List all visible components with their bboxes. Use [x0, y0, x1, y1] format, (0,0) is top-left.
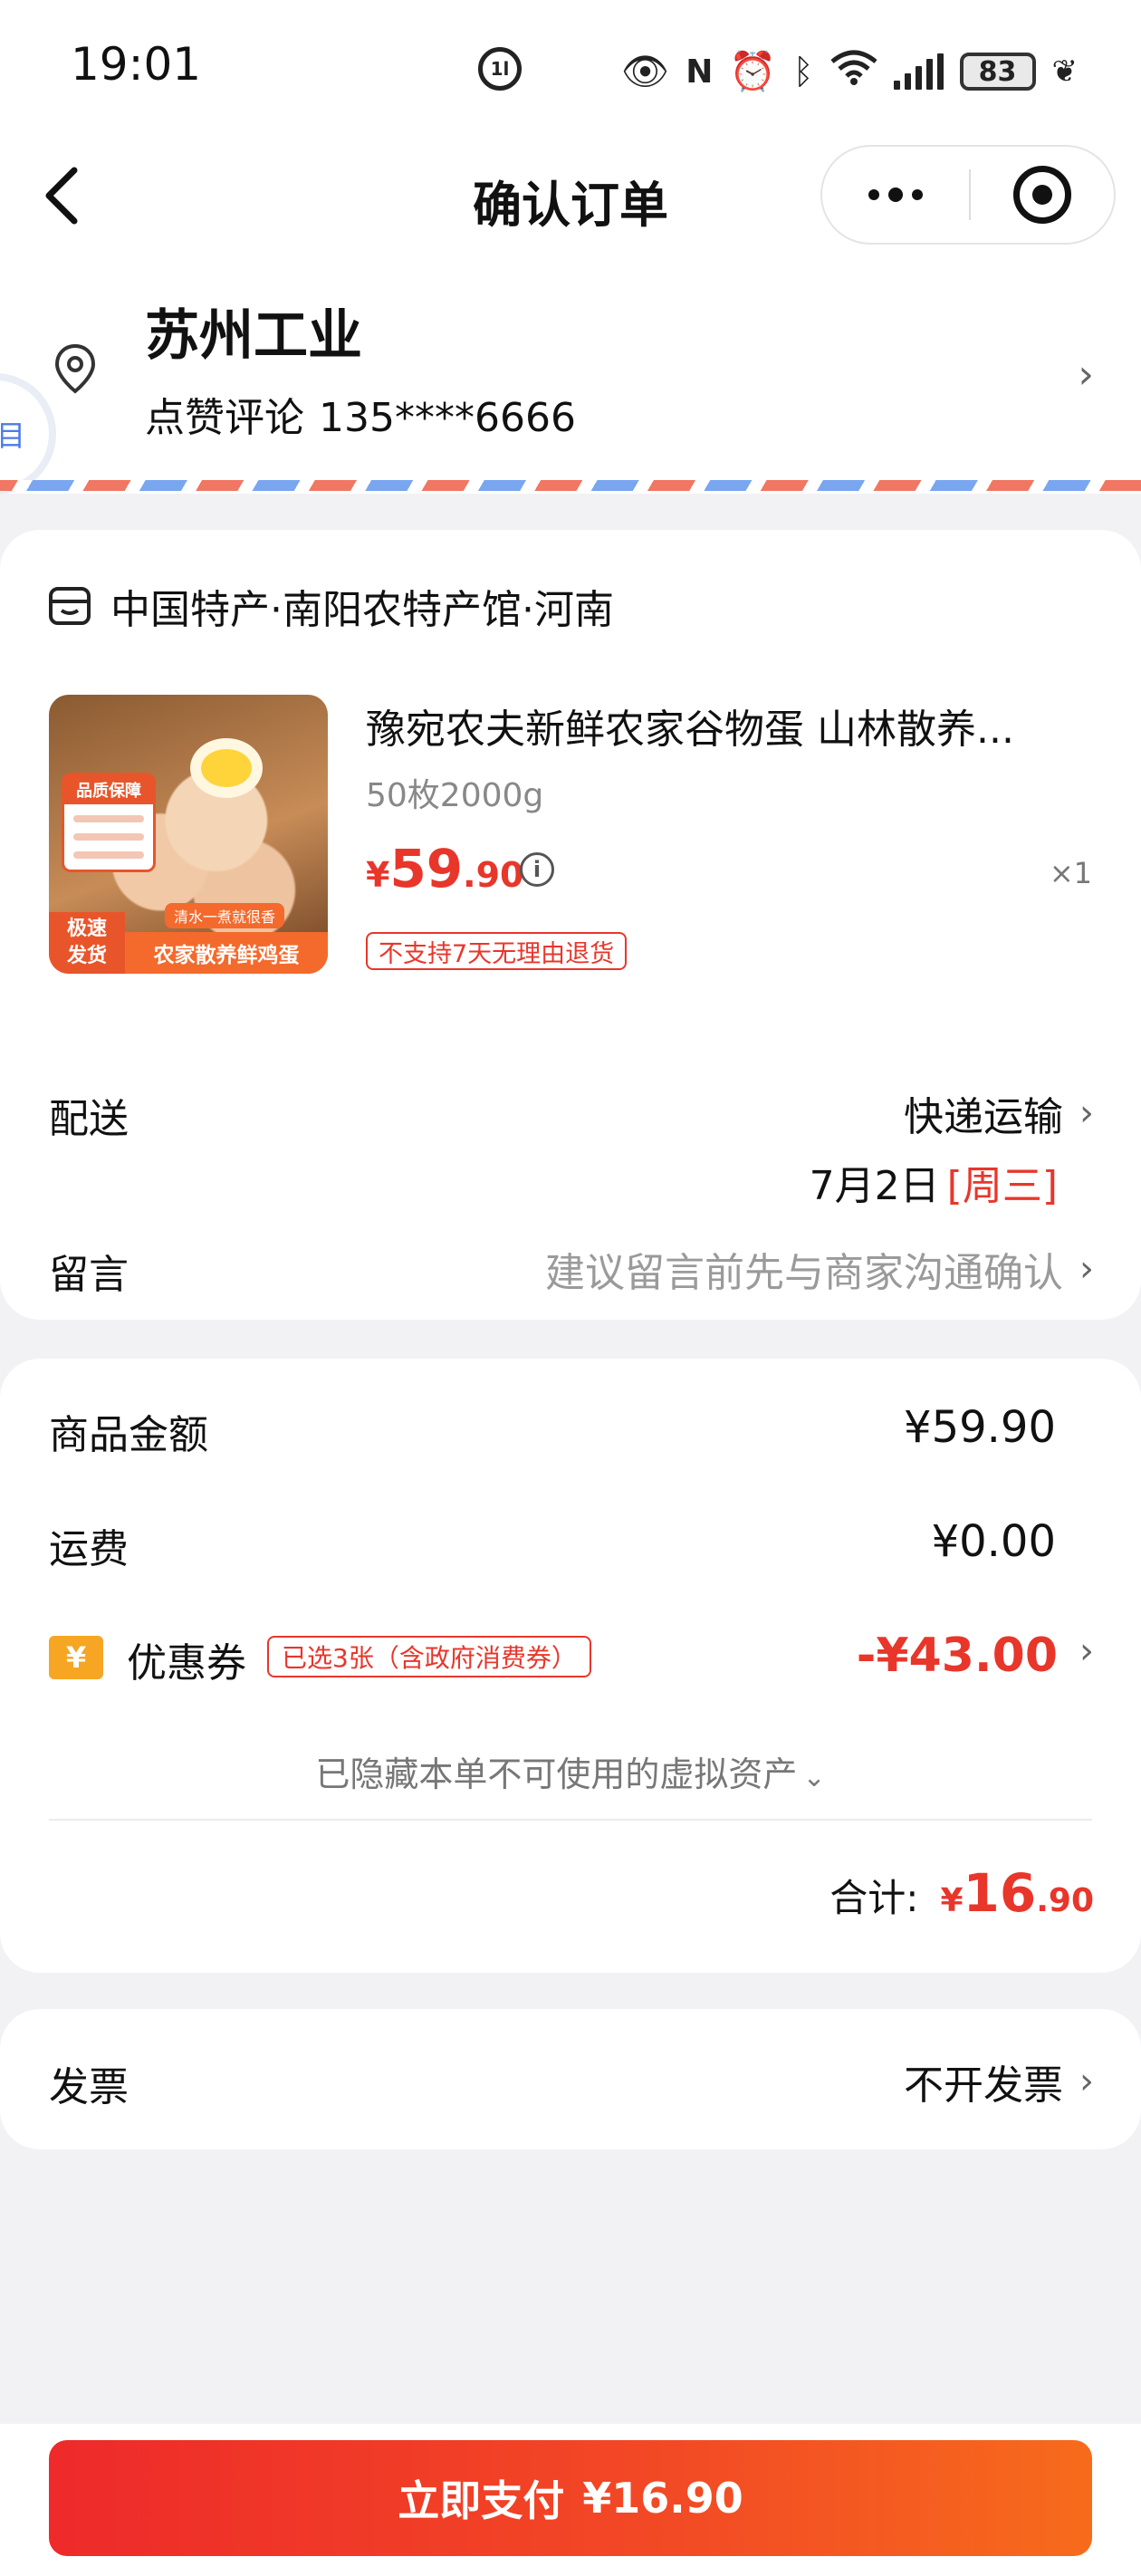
divider: [49, 1819, 1092, 1821]
footer-bar: 立即支付 ¥16.90: [0, 2424, 1141, 2576]
order-confirm-page: 19:01 1l 👁 N ⏰ ᛒ 83 ❦ 确认订单 苏州工业 点赞评论 135…: [0, 0, 1141, 2576]
delivery-method[interactable]: 快递运输 ›: [904, 1084, 1094, 1142]
status-time: 19:01: [71, 38, 202, 91]
product-title[interactable]: 豫宛农夫新鲜农家谷物蛋 山林散养...: [366, 697, 1081, 755]
shop-card: 中国特产·南阳农特产馆·河南 品质保障 清水一煮就很香 极速 发货 农家散养鲜鸡…: [0, 530, 1141, 1320]
hidden-assets-toggle[interactable]: 已隐藏本单不可使用的虚拟资产 ⌄: [0, 1746, 1141, 1796]
product-tagline: 清水一煮就很香: [165, 903, 285, 928]
leaf-icon: ❦: [1051, 53, 1079, 90]
address-contact: 点赞评论 135****6666: [145, 385, 576, 443]
chevron-right-icon: ›: [1079, 1092, 1094, 1134]
shop-name: 中国特产·南阳农特产馆·河南: [110, 587, 614, 633]
shipping-label: 运费: [49, 1526, 129, 1572]
product-banner: 农家散养鲜鸡蛋: [125, 932, 328, 974]
note-label: 留言: [49, 1252, 129, 1298]
store-icon: [49, 587, 91, 625]
amount-card: 商品金额 ¥59.90 运费 ¥0.00 ¥ 优惠券 已选3张（含政府消费券） …: [0, 1359, 1141, 1973]
chevron-right-icon: ›: [1079, 1630, 1094, 1672]
shipping-value: ¥0.00: [931, 1516, 1056, 1567]
chevron-right-icon: ›: [1079, 2061, 1094, 2102]
more-button[interactable]: [822, 147, 969, 243]
order-total: 合计: ¥16.90: [829, 1862, 1094, 1924]
eye-icon: 👁: [620, 49, 670, 93]
app-activity-icon: 1l: [478, 47, 522, 91]
nav-bar: 确认订单: [0, 136, 1141, 254]
chevron-right-icon: ›: [1078, 351, 1094, 398]
signal-icon: [893, 53, 944, 90]
product-image[interactable]: 品质保障 清水一煮就很香 极速 发货 农家散养鲜鸡蛋: [49, 695, 328, 974]
status-bar: 19:01 1l 👁 N ⏰ ᛒ 83 ❦: [0, 0, 1141, 136]
shop-header[interactable]: 中国特产·南阳农特产馆·河南: [47, 577, 614, 635]
alarm-icon: ⏰: [729, 49, 777, 93]
nfc-icon: N: [686, 53, 714, 91]
address-section[interactable]: 苏州工业 点赞评论 135****6666 › 目: [0, 254, 1141, 494]
price-info-icon[interactable]: i: [520, 852, 554, 887]
status-icons: 👁 N ⏰ ᛒ 83 ❦: [621, 43, 1078, 100]
mini-program-capsule: [820, 145, 1116, 245]
wifi-icon: [829, 49, 877, 94]
goods-amount-label: 商品金额: [49, 1412, 208, 1458]
product-quantity: ×1: [1049, 856, 1092, 890]
product-price: ¥59.90: [366, 838, 524, 899]
coupon-icon: ¥: [49, 1636, 103, 1679]
product-spec: 50枚2000g: [366, 777, 544, 814]
location-pin-icon: [54, 343, 96, 394]
note-input[interactable]: 建议留言前先与商家沟通确认 ›: [545, 1240, 1094, 1298]
pay-now-button[interactable]: 立即支付 ¥16.90: [49, 2440, 1092, 2556]
return-policy-tag: 不支持7天无理由退货: [366, 932, 628, 970]
contact-phone: 135****6666: [319, 395, 576, 441]
contact-name: 点赞评论: [145, 395, 304, 441]
invoice-card[interactable]: 发票 不开发票 ›: [0, 2009, 1141, 2149]
bluetooth-icon: ᛒ: [792, 52, 814, 91]
coupon-selected-tag[interactable]: 已选3张（含政府消费券）: [267, 1636, 591, 1677]
target-icon: [1013, 166, 1071, 224]
chevron-down-icon: ⌄: [802, 1762, 826, 1793]
coupon-discount-value[interactable]: -¥43.00: [857, 1629, 1058, 1683]
invoice-label: 发票: [49, 2064, 129, 2110]
floating-side-tab[interactable]: 目: [0, 380, 49, 487]
battery-icon: 83: [959, 53, 1036, 91]
coupon-label[interactable]: 优惠券: [127, 1630, 246, 1688]
goods-amount-value: ¥59.90: [904, 1402, 1056, 1453]
invoice-value[interactable]: 不开发票 ›: [904, 2052, 1094, 2110]
airmail-border: [0, 480, 1141, 491]
address-name: 苏州工业: [145, 304, 362, 368]
delivery-date: 7月2日 [周三]: [809, 1163, 1058, 1209]
delivery-label: 配送: [49, 1096, 129, 1142]
chevron-right-icon: ›: [1079, 1248, 1094, 1290]
fast-shipping-badge: 极速 发货: [49, 912, 125, 974]
close-mini-program-button[interactable]: [971, 166, 1114, 224]
quality-badge: 品质保障: [62, 773, 156, 872]
